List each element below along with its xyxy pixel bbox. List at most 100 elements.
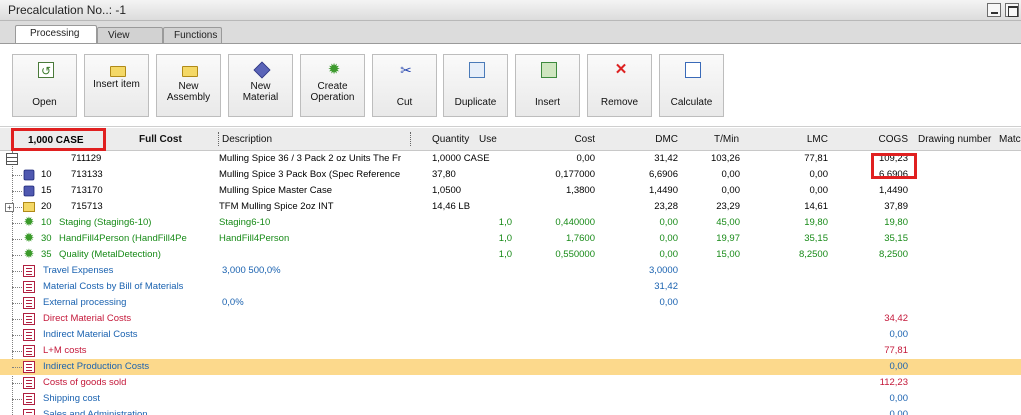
table-row[interactable]: External processing 0,0% 0,00 — [0, 295, 1021, 311]
operation-gear-icon: ✹ — [23, 230, 35, 245]
table-row[interactable]: 15 713170 Mulling Spice Master Case 1,0500 1… — [0, 183, 1021, 199]
table-row[interactable]: Indirect Production Costs 0,00 — [0, 359, 1021, 375]
use-cell: 1,0 — [498, 249, 512, 260]
quantity-selector[interactable]: 1,000 CASE — [11, 128, 106, 151]
item-description: Mulling Spice 3 Pack Box (Spec Reference — [219, 169, 401, 180]
new-assembly-label: New Assembly — [166, 81, 211, 103]
cogs-cell: 1,4490 — [878, 185, 908, 196]
dmc-cell: 31,42 — [654, 281, 678, 292]
item-code: 713133 — [71, 169, 103, 180]
toolbar: ↺ Open Insert item New Assembly New Mate… — [0, 43, 1021, 127]
cost-line-icon — [23, 361, 35, 373]
table-row[interactable]: Sales and Administration 0,00 — [0, 407, 1021, 415]
position-number: 15 — [41, 185, 52, 196]
cogs-cell: 8,2500 — [878, 249, 908, 260]
item-description: Mulling Spice 36 / 3 Pack 2 oz Units The… — [219, 153, 401, 164]
match-header[interactable]: Matc — [999, 134, 1021, 145]
tree-connector — [12, 367, 22, 368]
tmin-cell: 19,97 — [716, 233, 740, 244]
minimize-button[interactable] — [987, 3, 1001, 17]
tree-connector — [12, 255, 22, 256]
open-label: Open — [32, 97, 57, 108]
insert-button[interactable]: Insert — [515, 54, 580, 117]
insert-item-button[interactable]: Insert item — [84, 54, 149, 117]
new-assembly-button[interactable]: New Assembly — [156, 54, 221, 117]
table-row[interactable]: 10 713133 Mulling Spice 3 Pack Box (Spec R… — [0, 167, 1021, 183]
quantity-cell: 14,46 LB — [432, 201, 471, 212]
quantity-cell: 37,80 — [432, 169, 456, 180]
item-code: Quality (MetalDetection) — [59, 249, 161, 260]
use-cell: 1,0 — [498, 217, 512, 228]
cost-line-label: Direct Material Costs — [43, 313, 132, 324]
lmc-cell: 77,81 — [804, 153, 828, 164]
table-row[interactable]: 711129 Mulling Spice 36 / 3 Pack 2 oz Uni… — [0, 151, 1021, 167]
lmc-cell: 8,2500 — [798, 249, 828, 260]
lmc-header[interactable]: LMC — [790, 134, 828, 145]
table-row[interactable]: Material Costs by Bill of Materials 31,42 — [0, 279, 1021, 295]
tmin-header[interactable]: T/Min — [714, 134, 739, 145]
dmc-cell: 6,6906 — [648, 169, 678, 180]
cogs-cell: 37,89 — [884, 201, 908, 212]
cost-header[interactable]: Cost — [540, 134, 595, 145]
drawing-number-header[interactable]: Drawing number — [918, 134, 991, 145]
item-description: Mulling Spice Master Case — [219, 185, 332, 196]
table-row[interactable]: Travel Expenses 3,000 500,0% 3,0000 — [0, 263, 1021, 279]
cogs-cell: 0,00 — [889, 409, 909, 415]
table-row[interactable]: Indirect Material Costs 0,00 — [0, 327, 1021, 343]
item-code: 713170 — [71, 185, 103, 196]
calculate-button[interactable]: Calculate — [659, 54, 724, 117]
material-cube-icon — [23, 185, 35, 197]
full-cost-header[interactable]: Full Cost — [139, 134, 182, 145]
table-row[interactable]: +20 715713 TFM Mulling Spice 2oz INT 14,46 … — [0, 199, 1021, 215]
position-number: 20 — [41, 201, 52, 212]
table-row[interactable]: Direct Material Costs 34,42 — [0, 311, 1021, 327]
item-description: TFM Mulling Spice 2oz INT — [219, 201, 334, 212]
use-header[interactable]: Use — [479, 134, 497, 145]
duplicate-button[interactable]: Duplicate — [443, 54, 508, 117]
calculate-icon — [685, 62, 701, 78]
tree-connector — [12, 351, 22, 352]
table-row[interactable]: Shipping cost 0,00 — [0, 391, 1021, 407]
quantity-header[interactable]: Quantity — [432, 134, 469, 145]
tab-view[interactable]: View — [97, 27, 163, 43]
table-row[interactable]: ✹ 30 HandFill4Person (HandFill4Pe HandFill4… — [0, 231, 1021, 247]
dmc-cell: 23,28 — [654, 201, 678, 212]
cut-button[interactable]: ✂ Cut — [372, 54, 437, 117]
cost-line-icon — [23, 329, 35, 341]
cost-line-label: Indirect Production Costs — [43, 361, 150, 372]
assembly-folder-icon — [23, 202, 35, 212]
new-material-button[interactable]: New Material — [228, 54, 293, 117]
tree-icon — [6, 153, 18, 165]
expand-toggle[interactable]: + — [5, 203, 14, 212]
tab-strip: Processing View Functions — [0, 21, 1021, 44]
tab-processing[interactable]: Processing — [15, 25, 97, 44]
item-code: 711129 — [71, 153, 102, 164]
maximize-button[interactable] — [1005, 3, 1019, 17]
cogs-header[interactable]: COGS — [860, 134, 908, 145]
remove-button[interactable]: ✕ Remove — [587, 54, 652, 117]
dmc-cell: 0,00 — [659, 233, 679, 244]
tab-functions[interactable]: Functions — [163, 27, 222, 43]
description-header[interactable]: Description — [222, 134, 272, 145]
table-row[interactable]: ✹ 35 Quality (MetalDetection) 1,0 0,550000 0,… — [0, 247, 1021, 263]
tree-connector — [12, 271, 22, 272]
tree-connector — [12, 191, 22, 192]
tree-connector — [12, 223, 22, 224]
table-row[interactable]: ✹ 10 Staging (Staging6-10) Staging6-10 1,0 0,… — [0, 215, 1021, 231]
table-row[interactable]: L+M costs 77,81 — [0, 343, 1021, 359]
insert-label: Insert — [534, 97, 560, 108]
open-button[interactable]: ↺ Open — [12, 54, 77, 117]
operation-gear-icon: ✹ — [23, 214, 35, 229]
cogs-cell: 77,81 — [884, 345, 908, 356]
create-operation-button[interactable]: ✹ Create Operation — [300, 54, 365, 117]
dmc-cell: 0,00 — [659, 249, 679, 260]
cost-line-icon — [23, 297, 35, 309]
cost-line-icon — [23, 281, 35, 293]
dmc-header[interactable]: DMC — [640, 134, 678, 145]
cost-line-label: External processing — [43, 297, 127, 308]
table-row[interactable]: Costs of goods sold 112,23 — [0, 375, 1021, 391]
tree-connector — [12, 383, 22, 384]
cost-line-icon — [23, 265, 35, 277]
item-code: HandFill4Person (HandFill4Pe — [59, 233, 187, 244]
lmc-cell: 14,61 — [804, 201, 828, 212]
